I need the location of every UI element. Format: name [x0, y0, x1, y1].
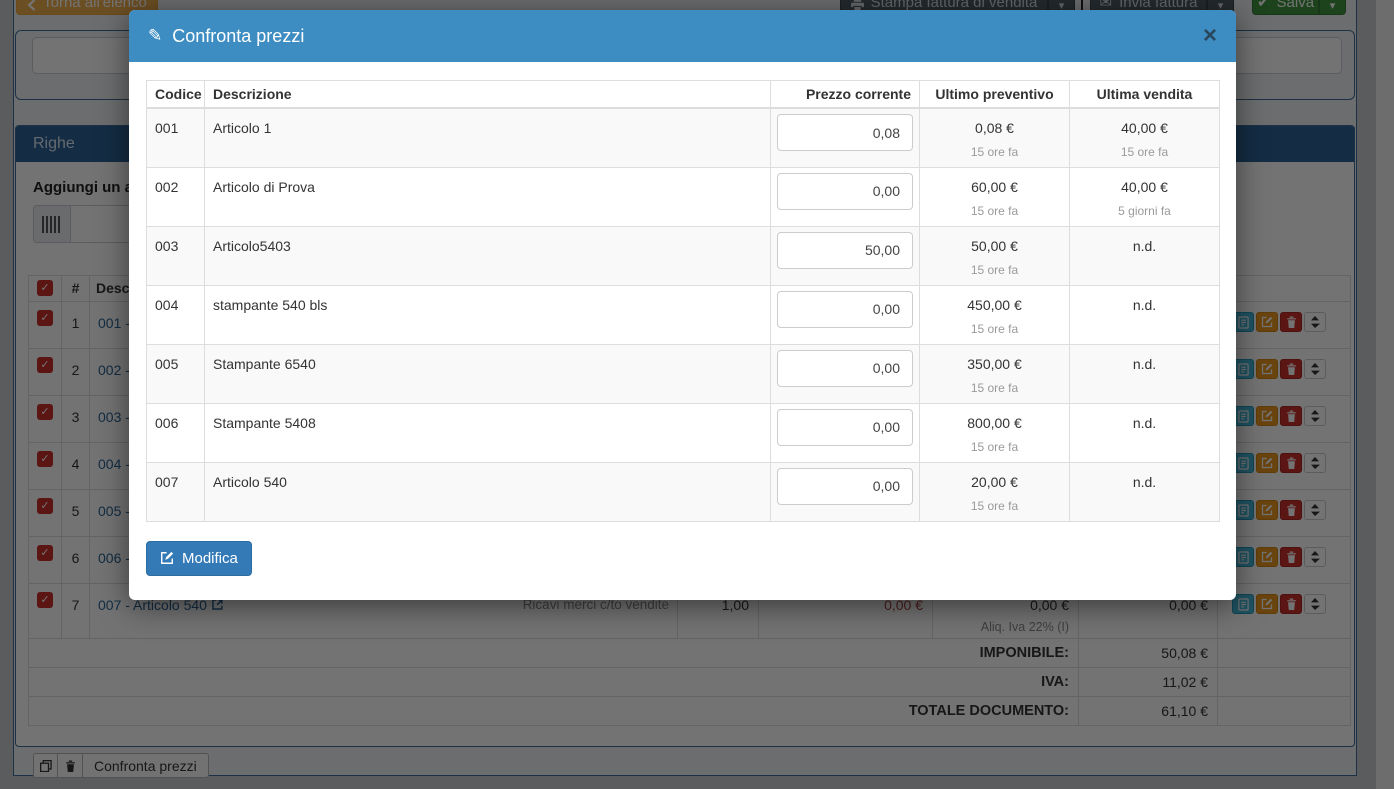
item-description: Articolo di Prova	[205, 167, 771, 226]
last-quote-price: 0,08 €	[920, 120, 1069, 136]
modal-title: Confronta prezzi	[172, 26, 304, 47]
column-prezzo-corrente: Prezzo corrente	[771, 81, 920, 109]
last-sale-price: 40,00 €	[1070, 179, 1219, 195]
modifica-label: Modifica	[182, 550, 238, 567]
last-quote-time: 15 ore fa	[920, 440, 1069, 454]
item-code: 006	[147, 403, 205, 462]
edit-square-icon	[160, 551, 174, 565]
item-description: Stampante 5408	[205, 403, 771, 462]
last-quote-price: 20,00 €	[920, 474, 1069, 490]
compare-row: 007Articolo 540 20,00 € 15 ore fan.d.	[147, 462, 1220, 521]
last-sale-price: n.d.	[1070, 415, 1219, 431]
item-description: Articolo 1	[205, 108, 771, 167]
item-description: stampante 540 bls	[205, 285, 771, 344]
item-code: 007	[147, 462, 205, 521]
compare-prices-table: Codice Descrizione Prezzo corrente Ultim…	[146, 80, 1220, 522]
last-quote-time: 15 ore fa	[920, 263, 1069, 277]
last-quote-price: 800,00 €	[920, 415, 1069, 431]
compare-row: 006Stampante 5408 800,00 € 15 ore fan.d.	[147, 403, 1220, 462]
current-price-input[interactable]	[777, 468, 913, 505]
last-sale-time: 5 giorni fa	[1070, 204, 1219, 218]
last-sale-price: n.d.	[1070, 238, 1219, 254]
compare-table-header: Codice Descrizione Prezzo corrente Ultim…	[147, 81, 1220, 109]
last-quote-time: 15 ore fa	[920, 145, 1069, 159]
last-quote-price: 50,00 €	[920, 238, 1069, 254]
item-code: 002	[147, 167, 205, 226]
current-price-input[interactable]	[777, 409, 913, 446]
close-icon[interactable]: ×	[1203, 26, 1217, 46]
modifica-button[interactable]: Modifica	[146, 541, 252, 576]
column-ultima-vendita: Ultima vendita	[1070, 81, 1220, 109]
last-quote-price: 60,00 €	[920, 179, 1069, 195]
item-description: Articolo5403	[205, 226, 771, 285]
compare-row: 004stampante 540 bls 450,00 € 15 ore fan.d…	[147, 285, 1220, 344]
current-price-input[interactable]	[777, 350, 913, 387]
item-description: Articolo 540	[205, 462, 771, 521]
last-sale-price: n.d.	[1070, 356, 1219, 372]
item-code: 005	[147, 344, 205, 403]
last-quote-time: 15 ore fa	[920, 499, 1069, 513]
compare-prices-modal: ✎ Confronta prezzi × Codice Descrizione …	[129, 10, 1236, 600]
compare-row: 001Articolo 10,08 €15 ore fa40,00 €15 or…	[147, 108, 1220, 167]
last-quote-price: 450,00 €	[920, 297, 1069, 313]
column-ultimo-preventivo: Ultimo preventivo	[920, 81, 1070, 109]
compare-row: 003Articolo5403 50,00 € 15 ore fan.d.	[147, 226, 1220, 285]
last-quote-time: 15 ore fa	[920, 204, 1069, 218]
current-price-input[interactable]	[777, 291, 913, 328]
current-price-input[interactable]	[777, 232, 913, 269]
last-sale-price: n.d.	[1070, 297, 1219, 313]
screen: Torna all'elenco Stampa fattura di vendi…	[0, 0, 1394, 789]
column-codice: Codice	[147, 81, 205, 109]
last-sale-price: 40,00 €	[1070, 120, 1219, 136]
last-quote-time: 15 ore fa	[920, 322, 1069, 336]
item-code: 004	[147, 285, 205, 344]
pencil-icon: ✎	[148, 26, 162, 46]
item-code: 003	[147, 226, 205, 285]
compare-row: 002Articolo di Prova 60,00 € 15 ore fa40,0…	[147, 167, 1220, 226]
modal-body: Codice Descrizione Prezzo corrente Ultim…	[129, 62, 1236, 576]
compare-table-body: 001Articolo 10,08 €15 ore fa40,00 €15 or…	[147, 108, 1220, 521]
last-sale-price: n.d.	[1070, 474, 1219, 490]
last-quote-price: 350,00 €	[920, 356, 1069, 372]
modal-header: ✎ Confronta prezzi ×	[129, 10, 1236, 62]
last-sale-time: 15 ore fa	[1070, 145, 1219, 159]
current-price-input[interactable]	[777, 114, 913, 151]
current-price-input[interactable]	[777, 173, 913, 210]
last-quote-time: 15 ore fa	[920, 381, 1069, 395]
column-descrizione: Descrizione	[205, 81, 771, 109]
item-description: Stampante 6540	[205, 344, 771, 403]
compare-row: 005Stampante 6540 350,00 € 15 ore fan.d.	[147, 344, 1220, 403]
item-code: 001	[147, 108, 205, 167]
